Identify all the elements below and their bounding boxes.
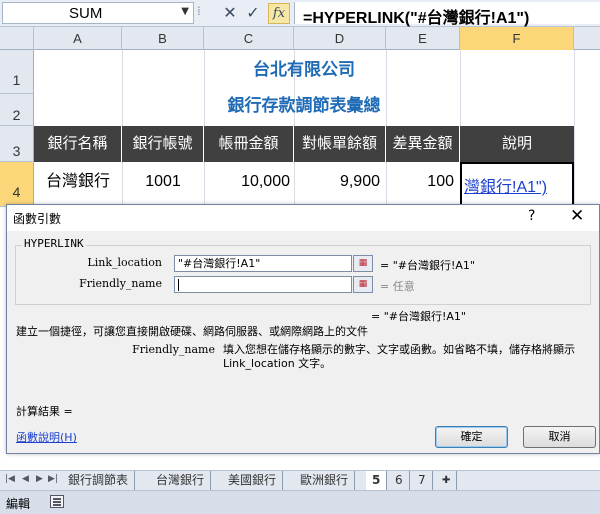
collapse-dialog-icon[interactable]: ▦ — [353, 255, 373, 272]
arg-description-text: 填入您想在儲存格顯示的數字、文字或函數。如省略不填，儲存格將顯示 Link_lo… — [223, 343, 575, 370]
column-header-c[interactable]: C — [204, 27, 294, 50]
next-sheet-icon[interactable]: ▶ — [36, 474, 43, 484]
close-icon[interactable]: ✕ — [220, 4, 240, 23]
function-help-link[interactable]: 函數說明(H) — [16, 429, 77, 445]
friendly-name-input[interactable] — [174, 276, 352, 293]
row-header-3[interactable]: 3 — [0, 126, 34, 162]
row-header-4[interactable]: 4 — [0, 162, 34, 207]
text-caret — [178, 279, 179, 291]
header-account[interactable]: 銀行帳號 — [122, 126, 204, 162]
arg-label-link-location: Link_location — [87, 256, 162, 269]
collapse-dialog-icon[interactable]: ▦ — [353, 276, 373, 293]
insert-sheet-icon[interactable]: ✚ — [436, 471, 458, 490]
formula-text: =HYPERLINK("#台灣銀行!A1") — [303, 10, 530, 27]
row-header-1[interactable]: 1 — [0, 50, 34, 94]
sheet-tab-europe-bank[interactable]: 歐洲銀行 — [294, 471, 356, 490]
first-sheet-icon[interactable]: |◀ — [5, 474, 15, 484]
sheet-tab-us-bank[interactable]: 美國銀行 — [222, 471, 284, 490]
spreadsheet-grid: A B C D E F 1 2 3 4 台北有限公司 銀行存款調節表彙總 銀行名… — [0, 27, 600, 207]
dialog-body: HYPERLINK Link_location "#台灣銀行!A1" ▦ = "… — [7, 231, 599, 453]
status-mode: 編輯 — [6, 497, 31, 511]
close-icon[interactable]: ✕ — [570, 206, 584, 226]
column-header-e[interactable]: E — [386, 27, 460, 50]
chevron-down-icon[interactable]: ▼ — [181, 6, 189, 17]
gridline — [574, 50, 575, 207]
arg-label-friendly-name: Friendly_name — [79, 277, 162, 290]
arg-result-link-location: = "#台灣銀行!A1" — [380, 259, 475, 272]
header-bank-name[interactable]: 銀行名稱 — [34, 126, 122, 162]
name-box-value: SUM — [69, 5, 103, 22]
column-header-f[interactable]: F — [460, 27, 574, 50]
insert-function-button[interactable]: fx — [268, 3, 290, 24]
function-group: HYPERLINK Link_location "#台灣銀行!A1" ▦ = "… — [15, 237, 591, 305]
header-note[interactable]: 說明 — [460, 126, 574, 162]
sheet-tab-5[interactable]: 5 — [366, 471, 388, 490]
calculation-result: 計算結果 = — [16, 405, 73, 418]
check-icon[interactable]: ✓ — [243, 4, 263, 23]
sheet-tab-6[interactable]: 6 — [389, 471, 410, 490]
help-icon[interactable]: ? — [528, 208, 535, 224]
cell-bank-name[interactable]: 台灣銀行 — [34, 162, 122, 206]
cell-account[interactable]: 1001 — [122, 162, 204, 206]
cell-difference[interactable]: 100 — [386, 162, 454, 206]
column-headers: A B C D E F — [0, 27, 600, 50]
column-header-a[interactable]: A — [34, 27, 122, 50]
column-header-d[interactable]: D — [294, 27, 386, 50]
link-location-value: "#台灣銀行!A1" — [178, 257, 261, 270]
function-name: HYPERLINK — [22, 237, 86, 250]
formula-bar: SUM ▼ ⁞ ✕ ✓ fx =HYPERLINK("#台灣銀行!A1") — [0, 0, 600, 27]
header-book-amount[interactable]: 帳冊金額 — [204, 126, 294, 162]
cancel-button[interactable]: 取消 — [523, 426, 596, 448]
header-statement-balance[interactable]: 對帳單餘額 — [294, 126, 386, 162]
formula-input[interactable]: =HYPERLINK("#台灣銀行!A1") — [294, 2, 600, 27]
column-header-b[interactable]: B — [122, 27, 204, 50]
row-header-2[interactable]: 2 — [0, 94, 34, 126]
name-box[interactable]: SUM ▼ — [2, 2, 194, 24]
last-sheet-icon[interactable]: ▶| — [48, 474, 58, 484]
macro-record-icon[interactable] — [50, 495, 64, 508]
header-difference[interactable]: 差異金額 — [386, 126, 460, 162]
link-location-input[interactable]: "#台灣銀行!A1" — [174, 255, 352, 272]
function-arguments-dialog: 函數引數 ? ✕ HYPERLINK Link_location "#台灣銀行!… — [6, 204, 600, 454]
formula-bar-separator: ⁞ — [197, 4, 201, 18]
cell-book-amount[interactable]: 10,000 — [204, 162, 290, 206]
sheet-tab-taiwan-bank[interactable]: 台灣銀行 — [150, 471, 212, 490]
status-bar: 編輯 — [0, 490, 600, 514]
dialog-titlebar[interactable]: 函數引數 ? ✕ — [7, 205, 599, 231]
sheet-tab-reconciliation[interactable]: 銀行調節表 — [62, 471, 136, 490]
dialog-title: 函數引數 — [13, 212, 62, 226]
arg-description-name: Friendly_name — [132, 343, 215, 356]
sheet-tab-bar: |◀ ◀ ▶ ▶| 銀行調節表 台灣銀行 美國銀行 歐洲銀行 5 6 7 ✚ — [0, 470, 600, 490]
cell-note-active[interactable]: 灣銀行!A1") — [460, 162, 574, 207]
title-report[interactable]: 銀行存款調節表彙總 — [34, 93, 574, 119]
function-description: 建立一個捷徑，可讓您直接開啟硬碟、網路伺服器、或網際網路上的文件 — [16, 325, 368, 338]
arg-result-friendly-name: = 任意 — [380, 280, 415, 293]
prev-sheet-icon[interactable]: ◀ — [22, 474, 29, 484]
title-company[interactable]: 台北有限公司 — [34, 57, 574, 83]
formula-result-preview: = "#台灣銀行!A1" — [371, 310, 466, 323]
select-all-corner[interactable] — [0, 27, 34, 50]
sheet-tab-7[interactable]: 7 — [412, 471, 433, 490]
cell-statement-balance[interactable]: 9,900 — [294, 162, 380, 206]
ok-button[interactable]: 確定 — [435, 426, 508, 448]
